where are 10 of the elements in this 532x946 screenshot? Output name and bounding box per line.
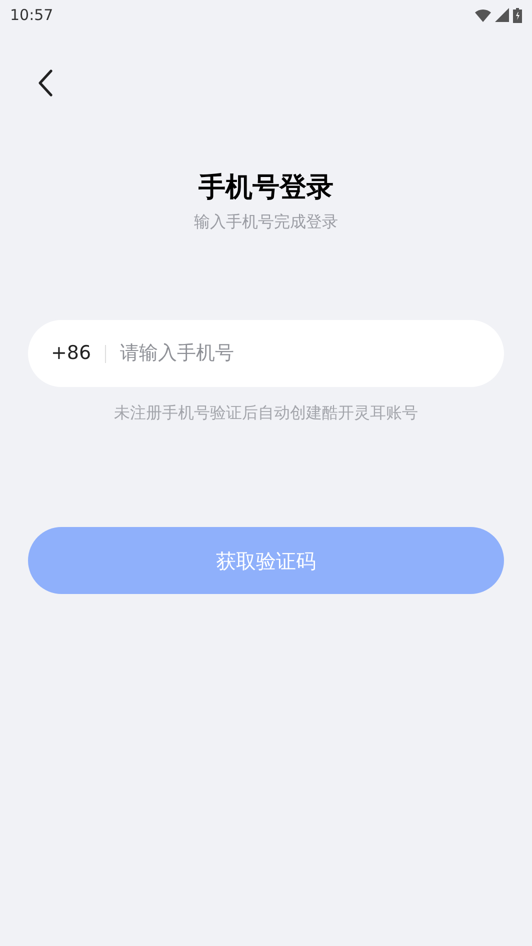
signal-icon: [495, 8, 509, 22]
battery-icon: [513, 8, 522, 22]
status-time: 10:57: [10, 4, 54, 26]
phone-input-field[interactable]: +86 请输入手机号: [28, 320, 504, 387]
country-code[interactable]: +86: [51, 339, 92, 368]
wifi-icon: [475, 8, 491, 22]
page-subtitle: 输入手机号完成登录: [194, 211, 338, 233]
back-button[interactable]: [36, 68, 54, 98]
page-title: 手机号登录: [198, 171, 334, 205]
registration-hint: 未注册手机号验证后自动创建酷开灵耳账号: [113, 402, 419, 424]
